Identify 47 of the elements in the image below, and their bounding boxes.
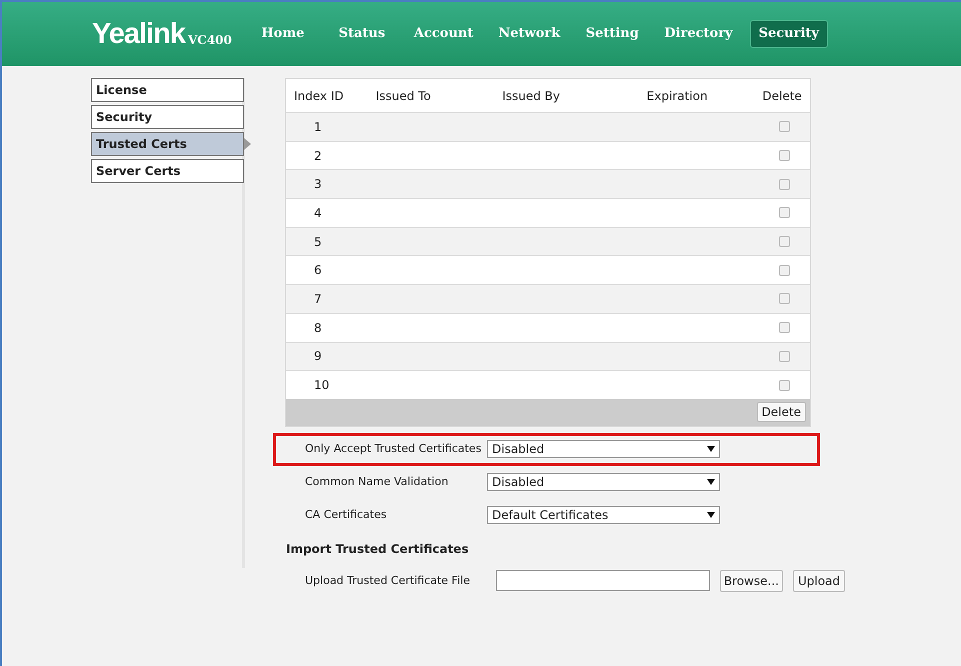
row-checkbox[interactable]	[779, 322, 790, 334]
row-checkbox[interactable]	[779, 121, 790, 132]
setting-label: CA Certificates	[304, 507, 388, 524]
row-checkbox[interactable]	[779, 293, 790, 304]
setting-label: Common Name Validation	[304, 474, 450, 490]
table-cell-text: 6	[313, 262, 323, 280]
row-checkbox[interactable]	[779, 264, 790, 276]
table-cell-text: 1	[313, 118, 323, 136]
sidebar-item[interactable]: Server Certs	[91, 159, 244, 183]
column-header: Issued By	[502, 88, 561, 104]
nav-tab[interactable]: Security	[750, 20, 828, 48]
row-checkbox[interactable]	[779, 236, 790, 248]
column-header: Index ID	[293, 88, 345, 104]
table-cell-text: 9	[313, 348, 323, 366]
setting-select[interactable]: Disabled	[487, 440, 720, 458]
column-header: Issued To	[376, 88, 432, 104]
row-checkbox[interactable]	[779, 150, 790, 162]
sidebar-item[interactable]: Security	[91, 105, 244, 129]
delete-button[interactable]: Delete	[756, 402, 806, 422]
column-header: Delete	[761, 88, 803, 104]
row-checkbox[interactable]	[779, 380, 790, 391]
model-name: VC400	[188, 32, 232, 48]
caret-icon	[707, 446, 715, 452]
upload-label: Upload Trusted Certificate File	[304, 572, 471, 589]
table-cell-text: 3	[313, 176, 323, 194]
pointer-icon	[244, 138, 251, 150]
row-checkbox[interactable]	[779, 207, 790, 218]
table-cell-text: 2	[313, 148, 323, 165]
browse-button[interactable]: Browse...	[720, 570, 783, 592]
caret-icon	[707, 512, 715, 518]
column-header: Expiration	[646, 88, 709, 104]
setting-select[interactable]: Default Certificates	[487, 506, 720, 524]
table-cell-text: 7	[313, 290, 323, 308]
row-checkbox[interactable]	[779, 350, 790, 362]
file-field[interactable]	[496, 570, 710, 592]
sidebar-item[interactable]: License	[91, 78, 244, 102]
table-cell-text: 8	[313, 320, 323, 337]
setting-select[interactable]: Disabled	[487, 473, 720, 492]
section-heading: Import Trusted Certificates	[286, 540, 470, 558]
table-cell-text: 4	[313, 204, 323, 222]
table-cell-text: 5	[313, 234, 323, 251]
upload-button[interactable]: Upload	[792, 570, 845, 592]
setting-label: Only Accept Trusted Certificates	[304, 441, 482, 458]
table-cell-text: 10	[313, 377, 330, 394]
caret-icon	[707, 479, 715, 486]
row-checkbox[interactable]	[779, 178, 790, 190]
logo: Yealink	[92, 20, 185, 48]
